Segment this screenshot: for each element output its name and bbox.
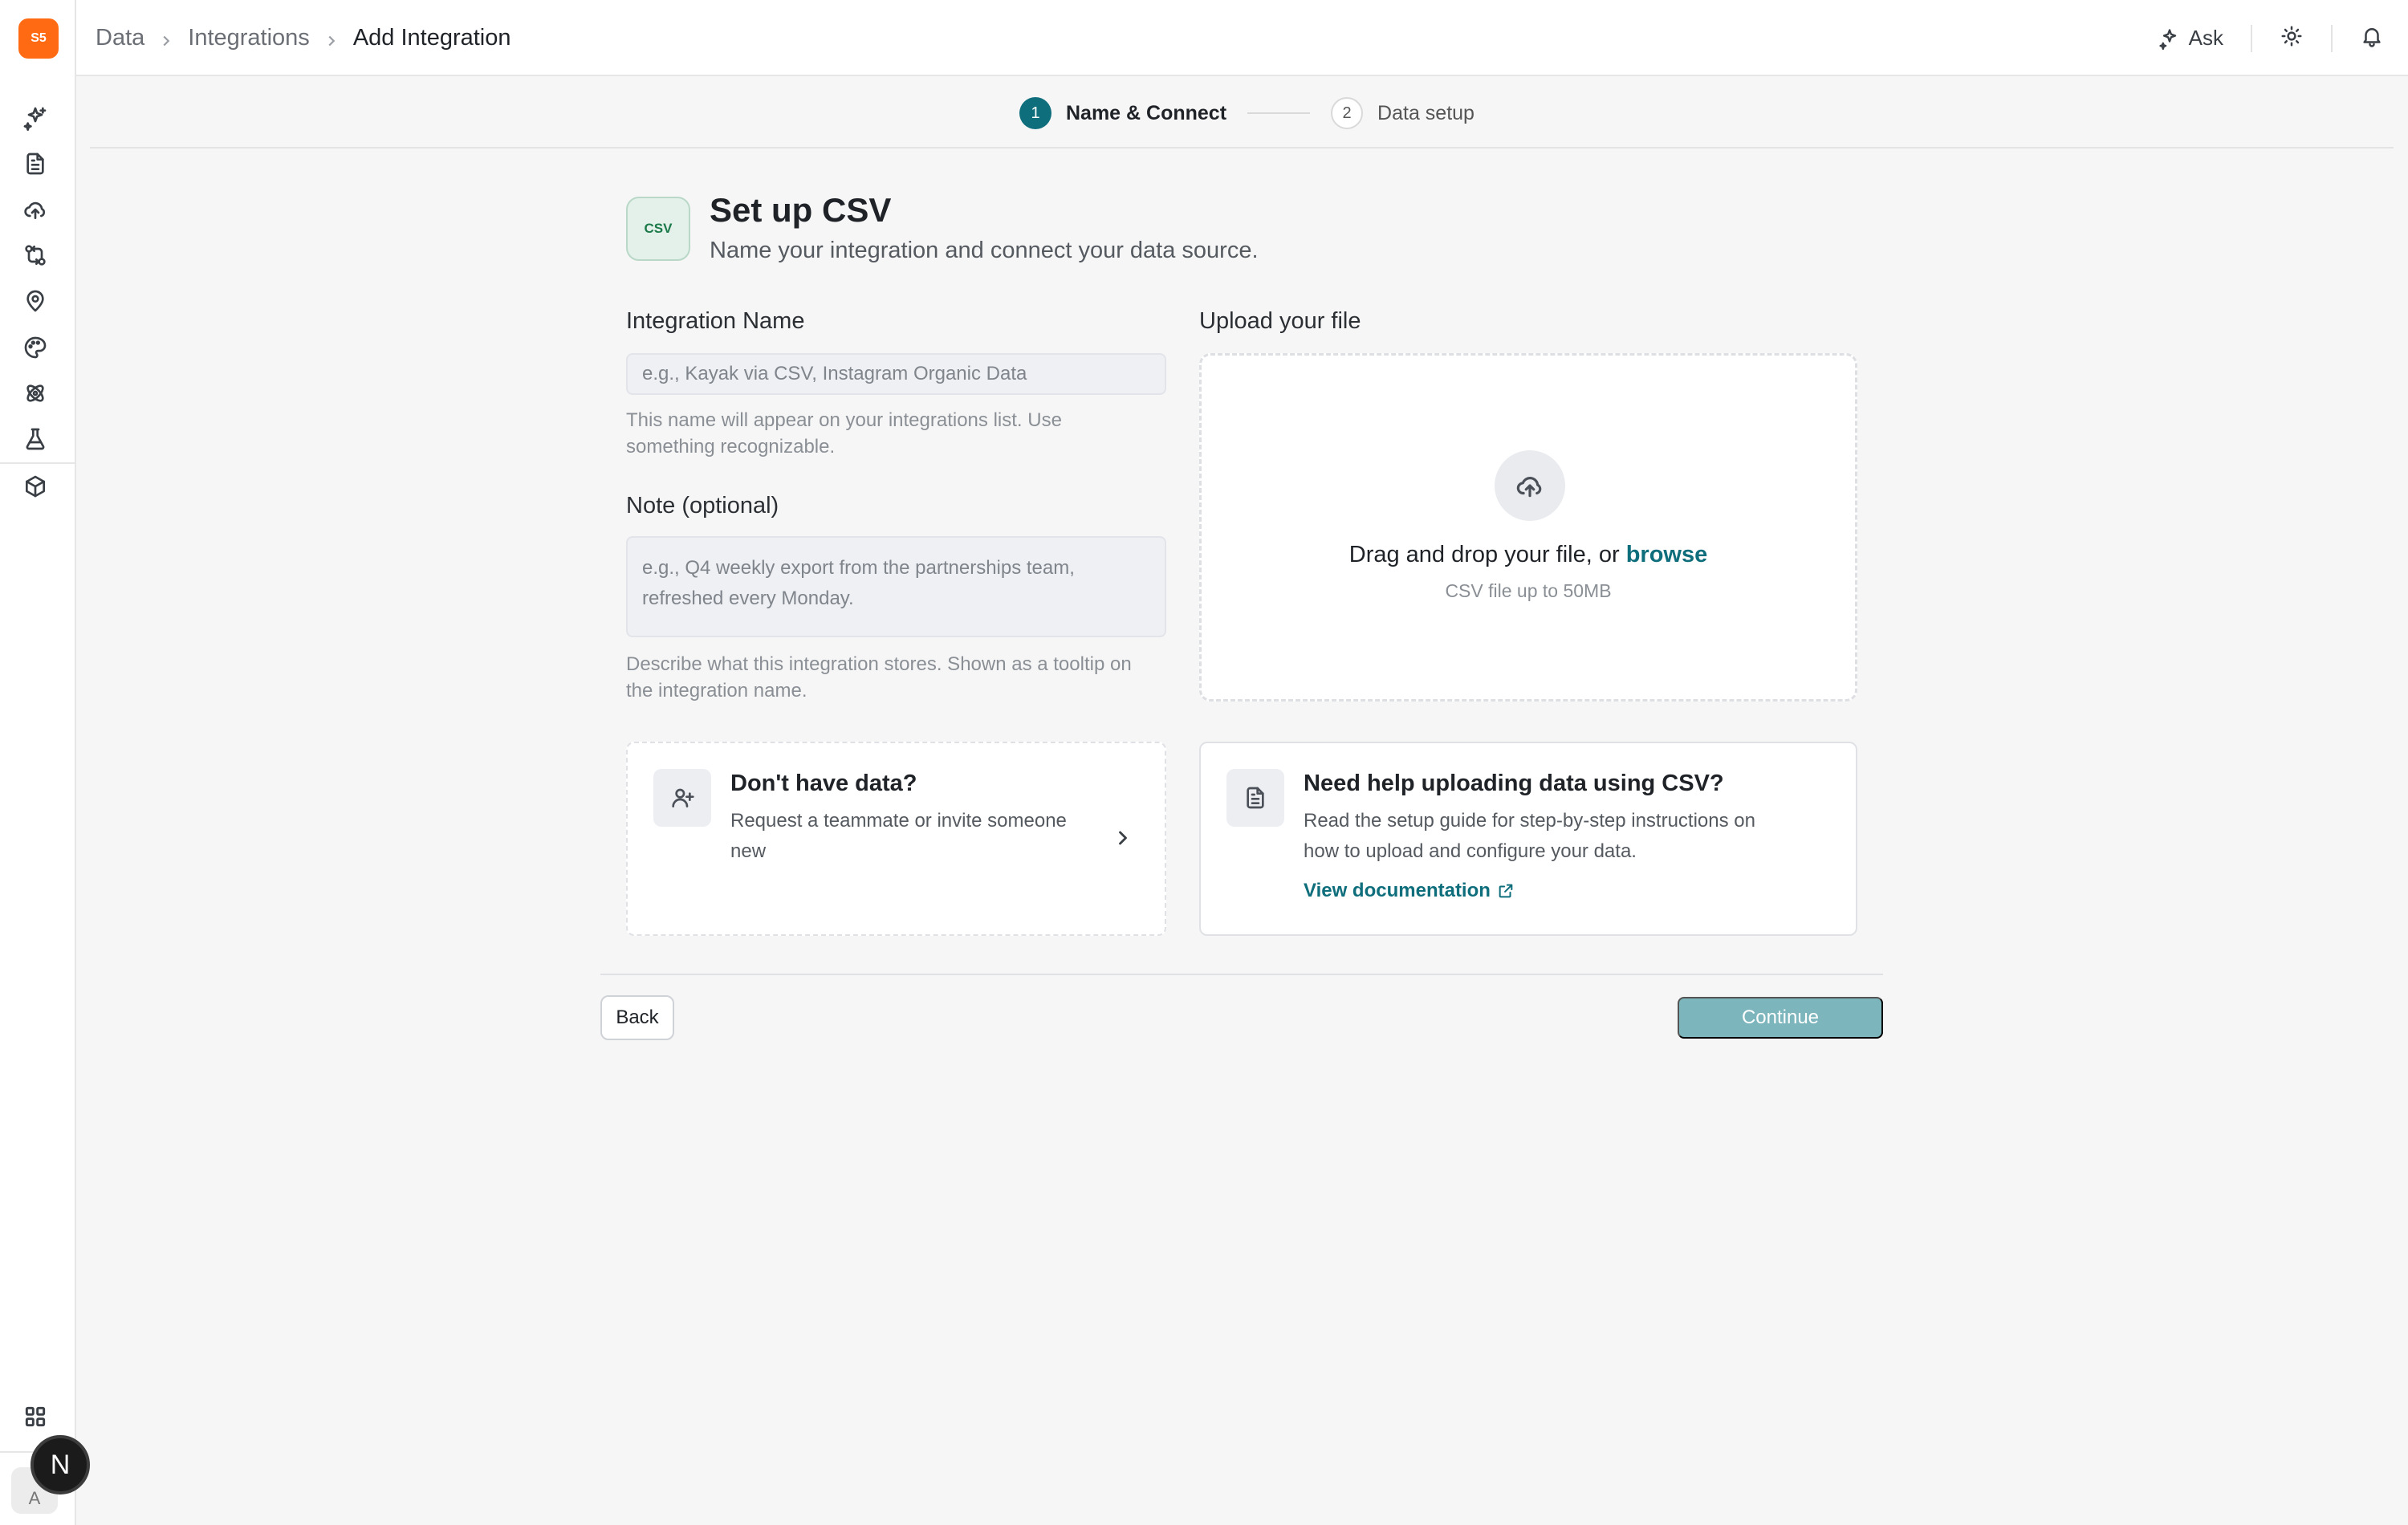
flask-icon[interactable] xyxy=(18,422,52,456)
page-subtitle: Name your integration and connect your d… xyxy=(710,238,1259,263)
no-data-card[interactable]: Don't have data? Request a teammate or i… xyxy=(626,742,1166,936)
steps: 1 Name & Connect 2 Data setup xyxy=(1019,96,1474,131)
help-line: the integration name. xyxy=(626,680,807,702)
cube-icon[interactable] xyxy=(18,470,52,503)
continue-button[interactable]: Continue xyxy=(1678,997,1883,1039)
workspace-logo[interactable]: S5 xyxy=(18,18,59,59)
document-icon[interactable] xyxy=(18,147,52,181)
topbar: Data Integrations Add Integration Ask xyxy=(76,0,2408,76)
drop-text-label: Drag and drop your file, or xyxy=(1348,542,1626,567)
back-button[interactable]: Back xyxy=(600,995,674,1040)
upload-label: Upload your file xyxy=(1199,308,1361,334)
note-help: Describe what this integration stores. S… xyxy=(626,651,1132,704)
chevron-right-icon xyxy=(157,30,175,47)
breadcrumb-current: Add Integration xyxy=(352,25,511,51)
dev-tools-badge[interactable]: N xyxy=(31,1435,90,1494)
topbar-divider xyxy=(2331,24,2333,52)
cloud-upload-icon xyxy=(1516,477,1542,498)
breadcrumb-data[interactable]: Data xyxy=(96,25,144,51)
breadcrumb-integrations[interactable]: Integrations xyxy=(188,25,310,51)
chevron-right-icon xyxy=(323,30,340,47)
sparkles-icon xyxy=(2159,28,2176,50)
bell-icon xyxy=(2363,28,2381,47)
step-connector xyxy=(1247,112,1311,114)
help-line: This name will appear on your integratio… xyxy=(626,409,1062,431)
drop-subtext: CSV file up to 50MB xyxy=(1445,580,1612,601)
desc-line: new xyxy=(730,840,767,862)
help-line: something recognizable. xyxy=(626,436,836,458)
step-1-number: 1 xyxy=(1019,97,1051,129)
atom-icon[interactable] xyxy=(18,376,52,410)
drop-text: Drag and drop your file, or browse xyxy=(1202,542,1855,568)
help-line: Describe what this integration stores. S… xyxy=(626,653,1132,675)
browse-link[interactable]: browse xyxy=(1626,542,1708,567)
external-link-icon xyxy=(1499,884,1513,898)
help-desc: Read the setup guide for step-by-step in… xyxy=(1304,806,1755,867)
view-documentation-label: View documentation xyxy=(1304,880,1491,901)
integration-name-input[interactable]: e.g., Kayak via CSV, Instagram Organic D… xyxy=(626,353,1166,395)
top-actions: Ask xyxy=(2158,0,2384,76)
sparkles-icon[interactable] xyxy=(18,101,52,135)
page-title: Set up CSV xyxy=(710,191,892,229)
integration-name-help: This name will appear on your integratio… xyxy=(626,407,1062,460)
document-icon xyxy=(1226,769,1284,827)
desc-line: how to upload and configure your data. xyxy=(1304,840,1637,862)
note-label: Note (optional) xyxy=(626,493,779,518)
help-card: Need help uploading data using CSV? Read… xyxy=(1199,742,1857,936)
sidebar: S5 A xyxy=(0,0,76,1525)
footer-divider xyxy=(600,974,1883,975)
breadcrumb: Data Integrations Add Integration xyxy=(96,0,511,76)
note-placeholder-line: e.g., Q4 weekly export from the partners… xyxy=(642,557,1075,579)
step-2-number: 2 xyxy=(1331,97,1364,129)
palette-icon[interactable] xyxy=(18,331,52,364)
cloud-upload-icon[interactable] xyxy=(18,193,52,226)
apps-grid-icon[interactable] xyxy=(18,1400,52,1434)
app-root: S5 A N Data Integrations Add Integration… xyxy=(0,0,2408,1525)
topbar-divider xyxy=(2251,24,2252,52)
ask-label: Ask xyxy=(2188,26,2223,50)
sidebar-divider xyxy=(0,462,76,464)
note-placeholder-line: refreshed every Monday. xyxy=(642,588,854,609)
no-data-title: Don't have data? xyxy=(730,771,917,796)
step-1-label: Name & Connect xyxy=(1066,101,1227,124)
file-dropzone[interactable]: Drag and drop your file, or browse CSV f… xyxy=(1199,353,1857,702)
notifications-button[interactable] xyxy=(2360,24,2384,52)
sun-icon xyxy=(2281,26,2302,47)
csv-logo-icon: CSV xyxy=(626,197,690,261)
integration-name-placeholder: e.g., Kayak via CSV, Instagram Organic D… xyxy=(642,363,1027,384)
desc-line: Request a teammate or invite someone xyxy=(730,810,1067,832)
help-title: Need help uploading data using CSV? xyxy=(1304,771,1724,796)
no-data-desc: Request a teammate or invite someone new xyxy=(730,806,1067,867)
step-2-label: Data setup xyxy=(1377,101,1474,124)
view-documentation-link[interactable]: View documentation xyxy=(1304,880,1515,902)
user-plus-icon xyxy=(653,769,711,827)
stepper: 1 Name & Connect 2 Data setup xyxy=(90,78,2394,148)
note-textarea[interactable]: e.g., Q4 weekly export from the partners… xyxy=(626,536,1166,637)
upload-icon-wrap xyxy=(1495,450,1565,521)
integration-name-label: Integration Name xyxy=(626,308,805,334)
chevron-right-icon xyxy=(1112,827,1134,849)
map-pin-icon[interactable] xyxy=(18,284,52,318)
ask-button[interactable]: Ask xyxy=(2158,26,2223,51)
git-compare-icon[interactable] xyxy=(18,238,52,272)
desc-line: Read the setup guide for step-by-step in… xyxy=(1304,810,1755,832)
theme-toggle-button[interactable] xyxy=(2280,24,2304,52)
